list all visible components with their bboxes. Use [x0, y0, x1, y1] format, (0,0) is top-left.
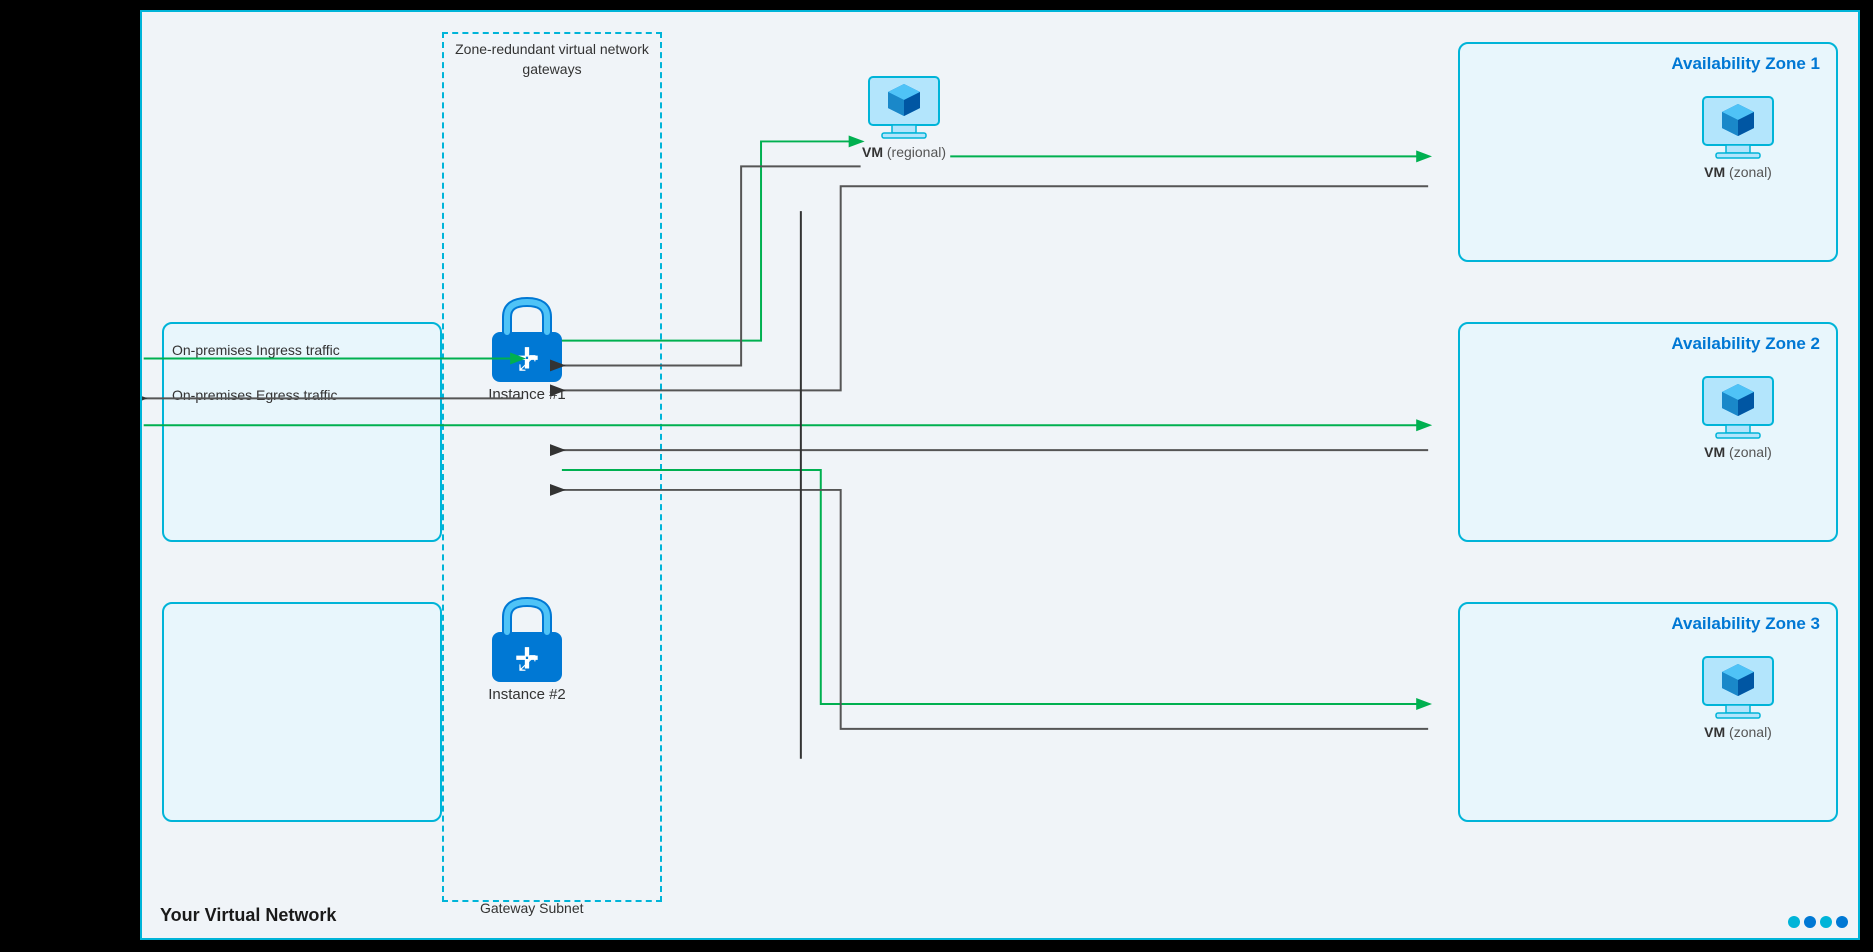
svg-text:⤢: ⤢ — [518, 350, 536, 375]
vm-zone3-label: VM (zonal) — [1704, 724, 1772, 740]
az-box-1: Availability Zone 1 — [1458, 42, 1838, 262]
vm-zone1-svg — [1698, 92, 1778, 162]
instance1-gateway-icon: ✛ ⤢ Instance #1 — [482, 292, 572, 403]
virtual-network-label: Your Virtual Network — [160, 905, 336, 926]
az1-label: Availability Zone 1 — [1671, 54, 1820, 74]
vm-zone3-svg — [1698, 652, 1778, 722]
instance2-label: Instance #2 — [488, 686, 566, 703]
vm-zone2-svg — [1698, 372, 1778, 442]
dot-blue-2 — [1836, 916, 1848, 928]
dot-blue-1 — [1804, 916, 1816, 928]
az2-label: Availability Zone 2 — [1671, 334, 1820, 354]
instance2-lock-svg: ✛ ⤢ — [482, 592, 572, 682]
instance1-label: Instance #1 — [488, 386, 566, 403]
gateway-dashed-box — [442, 32, 662, 902]
vm-zone2-label: VM (zonal) — [1704, 444, 1772, 460]
svg-text:⤢: ⤢ — [518, 650, 536, 675]
ingress-label: On-premises Ingress traffic — [172, 342, 340, 358]
vm-zone2-icon: VM (zonal) — [1698, 372, 1778, 460]
instance2-gateway-icon: ✛ ⤢ Instance #2 — [482, 592, 572, 703]
vm-regional-label: VM (regional) — [862, 144, 946, 160]
vm-zone3-icon: VM (zonal) — [1698, 652, 1778, 740]
main-canvas: Zone-redundant virtual network gateways … — [140, 10, 1860, 940]
dot-cyan-1 — [1788, 916, 1800, 928]
dot-cyan-2 — [1820, 916, 1832, 928]
vm-regional-svg — [864, 72, 944, 142]
vm-zone1-icon: VM (zonal) — [1698, 92, 1778, 180]
bottom-dots — [1788, 916, 1848, 928]
instance1-lock-svg: ✛ ⤢ — [482, 292, 572, 382]
egress-label: On-premises Egress traffic — [172, 387, 337, 403]
vm-zone1-label: VM (zonal) — [1704, 164, 1772, 180]
vm-regional-icon: VM (regional) — [862, 72, 946, 160]
gateway-subnet-label: Gateway Subnet — [480, 900, 584, 916]
az-box-2: Availability Zone 2 — [1458, 322, 1838, 542]
az-box-3: Availability Zone 3 — [1458, 602, 1838, 822]
gateway-dashed-label: Zone-redundant virtual network gateways — [452, 40, 652, 79]
vm-group-box-3 — [162, 602, 442, 822]
az3-label: Availability Zone 3 — [1671, 614, 1820, 634]
